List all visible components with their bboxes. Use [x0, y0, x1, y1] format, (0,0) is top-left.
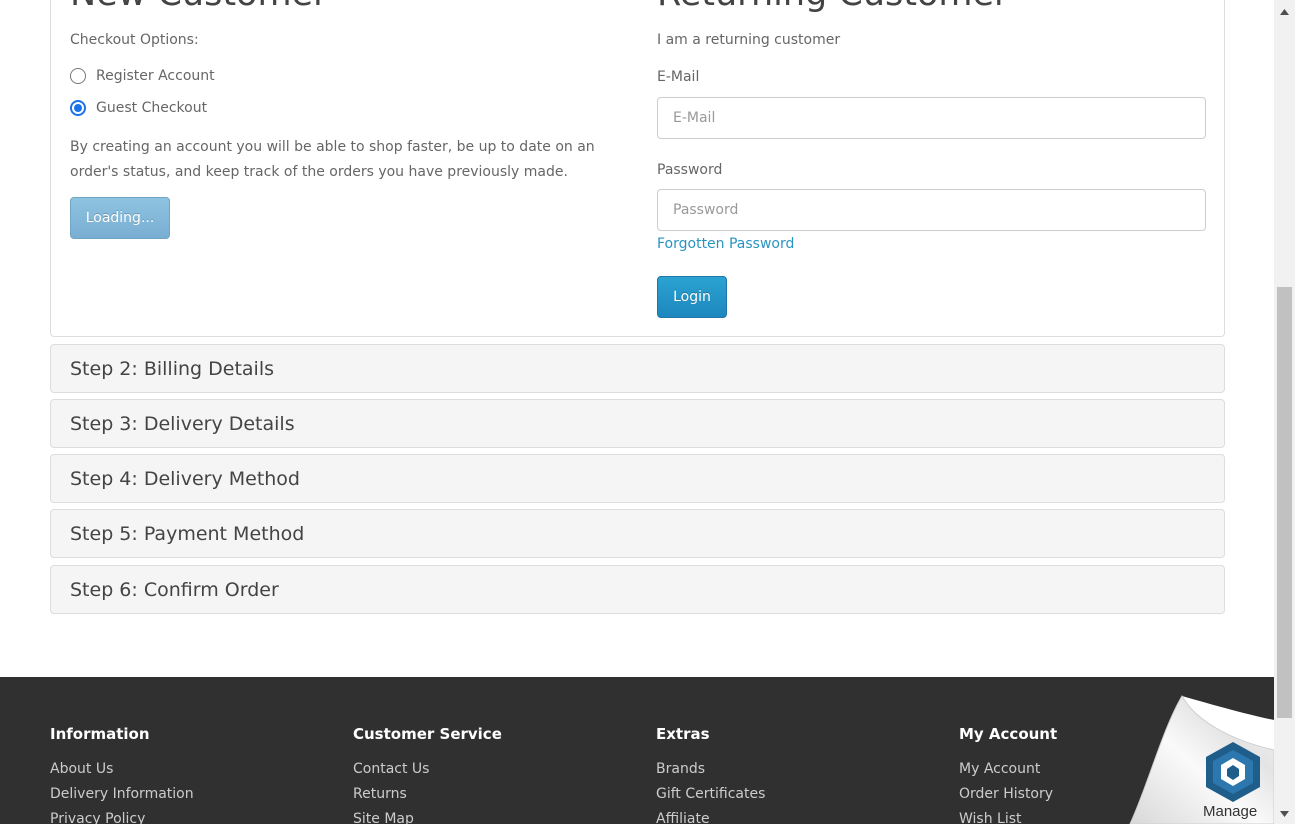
scroll-up-arrow-icon[interactable]: [1274, 2, 1295, 22]
scroll-down-arrow-icon[interactable]: [1274, 804, 1295, 824]
scrollbar-thumb[interactable]: [1277, 287, 1292, 718]
footer-link-returns[interactable]: Returns: [353, 786, 407, 802]
footer-link-contact-us[interactable]: Contact Us: [353, 761, 429, 777]
step-delivery-method[interactable]: Step 4: Delivery Method: [50, 454, 1225, 503]
footer-heading-customer-service: Customer Service: [353, 725, 502, 743]
email-input[interactable]: [657, 97, 1206, 139]
footer-link-gift-certificates[interactable]: Gift Certificates: [656, 786, 765, 802]
guest-checkout-label: Guest Checkout: [96, 100, 208, 116]
footer-link-site-map[interactable]: Site Map: [353, 811, 414, 824]
footer-link-about-us[interactable]: About Us: [50, 761, 113, 777]
returning-customer-heading: Returning Customer: [657, 0, 1008, 14]
step-confirm-order[interactable]: Step 6: Confirm Order: [50, 565, 1225, 614]
password-label: Password: [657, 162, 723, 178]
forgotten-password-link[interactable]: Forgotten Password: [657, 236, 794, 252]
footer-column-extras: Extras Brands Gift Certificates Affiliat…: [656, 725, 936, 824]
step-billing-details[interactable]: Step 2: Billing Details: [50, 344, 1225, 393]
footer-link-my-account[interactable]: My Account: [959, 761, 1040, 777]
account-benefits-text: By creating an account you will be able …: [70, 139, 595, 180]
site-footer: Information About Us Delivery Informatio…: [0, 677, 1274, 824]
step1-checkout-options-panel: New Customer Checkout Options: Register …: [50, 0, 1225, 337]
footer-link-privacy-policy[interactable]: Privacy Policy: [50, 811, 145, 824]
footer-link-affiliate[interactable]: Affiliate: [656, 811, 710, 824]
footer-link-wish-list[interactable]: Wish List: [959, 811, 1022, 824]
footer-column-customer-service: Customer Service Contact Us Returns Site…: [353, 725, 633, 824]
checkout-options-label: Checkout Options:: [70, 32, 199, 48]
guest-checkout-radio[interactable]: [70, 100, 86, 116]
footer-link-brands[interactable]: Brands: [656, 761, 705, 777]
vertical-scrollbar[interactable]: [1274, 0, 1295, 824]
footer-link-order-history[interactable]: Order History: [959, 786, 1053, 802]
footer-heading-extras: Extras: [656, 725, 710, 743]
password-input[interactable]: [657, 189, 1206, 231]
register-account-label: Register Account: [96, 68, 215, 84]
step-delivery-details[interactable]: Step 3: Delivery Details: [50, 399, 1225, 448]
step-payment-method[interactable]: Step 5: Payment Method: [50, 509, 1225, 558]
new-customer-heading: New Customer: [70, 0, 327, 14]
guest-checkout-option[interactable]: Guest Checkout: [70, 100, 207, 116]
register-account-option[interactable]: Register Account: [70, 68, 215, 84]
footer-link-delivery-information[interactable]: Delivery Information: [50, 786, 194, 802]
returning-customer-intro: I am a returning customer: [657, 32, 841, 48]
continue-button[interactable]: Loading...: [70, 197, 170, 239]
email-label: E-Mail: [657, 69, 700, 85]
manage-label[interactable]: Manage: [1203, 803, 1257, 820]
checkout-page: New Customer Checkout Options: Register …: [0, 0, 1274, 824]
register-account-radio[interactable]: [70, 68, 86, 84]
footer-heading-information: Information: [50, 725, 150, 743]
login-button[interactable]: Login: [657, 276, 727, 318]
footer-column-information: Information About Us Delivery Informatio…: [50, 725, 330, 824]
